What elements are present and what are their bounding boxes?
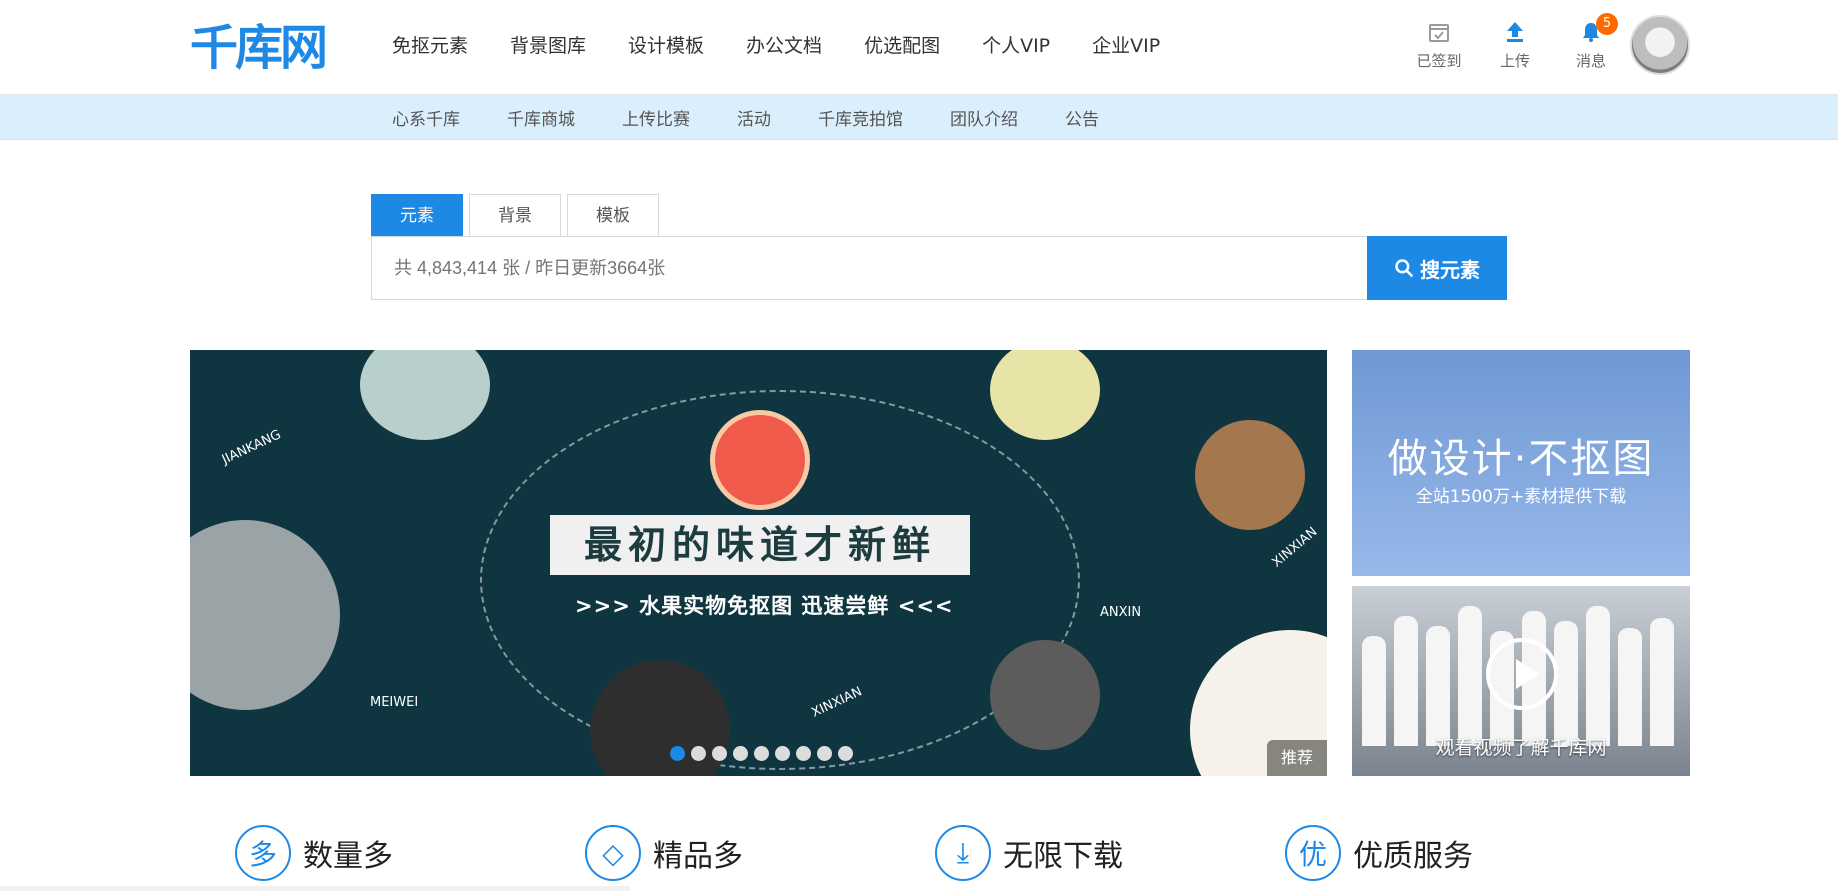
banner-dot[interactable] — [817, 746, 832, 761]
nav-item-office-docs[interactable]: 办公文档 — [746, 28, 822, 64]
subnav-item-auction[interactable]: 千库竞拍馆 — [818, 105, 903, 130]
feature-label: 数量多 — [303, 839, 393, 874]
calendar-check-icon — [1429, 24, 1449, 42]
tab-backgrounds[interactable]: 背景 — [469, 194, 561, 236]
upload-button[interactable]: 上传 — [1488, 20, 1542, 71]
banner-spoon-raspberries — [1195, 420, 1305, 530]
search-icon — [1395, 259, 1414, 278]
hero-banner[interactable]: 最初的味道才新鲜 >>> 水果实物免抠图 迅速尝鲜 <<< JIANKANG M… — [190, 350, 1327, 776]
feature-strip: 多 数量多 ◇ 精品多 ⤓ 无限下载 优 优质服务 — [235, 825, 1635, 881]
tab-templates[interactable]: 模板 — [567, 194, 659, 236]
upload-label: 上传 — [1499, 52, 1530, 70]
feature-service: 优 优质服务 — [1285, 825, 1635, 881]
subnav-item-notice[interactable]: 公告 — [1065, 105, 1099, 130]
feature-label: 优质服务 — [1353, 839, 1473, 874]
messages-label: 消息 — [1575, 52, 1606, 70]
nav-item-personal-vip[interactable]: 个人VIP — [982, 28, 1050, 64]
banner-dot[interactable] — [796, 746, 811, 761]
nav-item-backgrounds[interactable]: 背景图库 — [510, 28, 586, 64]
main-nav: 免抠元素 背景图库 设计模板 办公文档 优选配图 个人VIP 企业VIP — [392, 28, 1202, 64]
search-section: 元素 背景 模板 搜元素 — [371, 194, 1507, 300]
messages-button[interactable]: 5 消息 — [1564, 13, 1618, 71]
download-icon: ⤓ — [935, 825, 991, 881]
promo-design-subtitle: 全站1500万+素材提供下载 — [1415, 487, 1627, 507]
banner-plate-berries — [190, 520, 340, 710]
diamond-icon: ◇ — [585, 825, 641, 881]
banner-word-anxin: ANXIN — [1100, 605, 1142, 620]
subnav-item-mall[interactable]: 千库商城 — [507, 105, 575, 130]
site-logo[interactable]: 千库网 — [190, 16, 328, 76]
horizontal-scrollbar[interactable] — [0, 886, 630, 891]
banner-subtitle: >>> 水果实物免抠图 迅速尝鲜 <<< — [575, 594, 954, 618]
banner-dot[interactable] — [754, 746, 769, 761]
banner-dot[interactable] — [775, 746, 790, 761]
header-tools: 已签到 上传 5 消息 — [1412, 13, 1618, 71]
top-header: 千库网 免抠元素 背景图库 设计模板 办公文档 优选配图 个人VIP 企业VIP… — [0, 0, 1838, 95]
banner-dot[interactable] — [838, 746, 853, 761]
banner-title: 最初的味道才新鲜 — [550, 515, 970, 575]
sub-nav: 心系千库 千库商城 上传比赛 活动 千库竞拍馆 团队介绍 公告 — [392, 95, 1146, 140]
banner-bowl-blueberries — [990, 640, 1100, 750]
banner-word-xinxian-right: XINXIAN — [1269, 524, 1321, 571]
search-tabs: 元素 背景 模板 — [371, 194, 1507, 236]
promo-design-title: 做设计·不抠图 — [1387, 436, 1655, 482]
banner-plate-top-left — [360, 350, 490, 440]
many-icon: 多 — [235, 825, 291, 881]
upload-icon — [1507, 22, 1523, 42]
banner-word-jiankang: JIANKANG — [219, 427, 284, 468]
banner-dot[interactable] — [733, 746, 748, 761]
banner-word-meiwei: MEIWEI — [370, 695, 419, 710]
promo-video-banner[interactable]: 观看视频了解千库网 — [1352, 586, 1690, 776]
feature-quality: ◇ 精品多 — [585, 825, 935, 881]
nav-item-templates[interactable]: 设计模板 — [628, 28, 704, 64]
subnav-item-heart[interactable]: 心系千库 — [392, 105, 460, 130]
user-avatar[interactable] — [1630, 15, 1690, 75]
subnav-item-activity[interactable]: 活动 — [737, 105, 771, 130]
promo-design-banner[interactable]: 做设计·不抠图 全站1500万+素材提供下载 — [1352, 350, 1690, 576]
checkin-button[interactable]: 已签到 — [1412, 20, 1466, 71]
play-icon[interactable] — [1486, 638, 1558, 710]
banner-dot[interactable] — [670, 746, 685, 761]
banner-pagination — [670, 746, 853, 761]
search-button-label: 搜元素 — [1420, 257, 1480, 282]
banner-grapefruit — [710, 410, 810, 510]
nav-item-elements[interactable]: 免抠元素 — [392, 28, 468, 64]
feature-download: ⤓ 无限下载 — [935, 825, 1285, 881]
feature-label: 无限下载 — [1003, 839, 1123, 874]
search-input[interactable] — [372, 237, 1367, 299]
service-icon: 优 — [1285, 825, 1341, 881]
nav-item-photos[interactable]: 优选配图 — [864, 28, 940, 64]
feature-quantity: 多 数量多 — [235, 825, 585, 881]
checkin-label: 已签到 — [1416, 52, 1462, 70]
promo-video-caption: 观看视频了解千库网 — [1435, 737, 1607, 759]
sub-nav-bar: 心系千库 千库商城 上传比赛 活动 千库竞拍馆 团队介绍 公告 — [0, 95, 1838, 140]
banner-bowl-top-right — [990, 350, 1100, 440]
subnav-item-team[interactable]: 团队介绍 — [950, 105, 1018, 130]
banner-dot[interactable] — [712, 746, 727, 761]
messages-badge: 5 — [1596, 13, 1618, 35]
banner-dot[interactable] — [691, 746, 706, 761]
feature-label: 精品多 — [653, 839, 743, 874]
subnav-item-contest[interactable]: 上传比赛 — [622, 105, 690, 130]
search-bar: 搜元素 — [371, 236, 1507, 300]
search-button[interactable]: 搜元素 — [1367, 236, 1507, 300]
banner-recommend-tag: 推荐 — [1267, 740, 1327, 776]
nav-item-enterprise-vip[interactable]: 企业VIP — [1092, 28, 1160, 64]
tab-elements[interactable]: 元素 — [371, 194, 463, 236]
